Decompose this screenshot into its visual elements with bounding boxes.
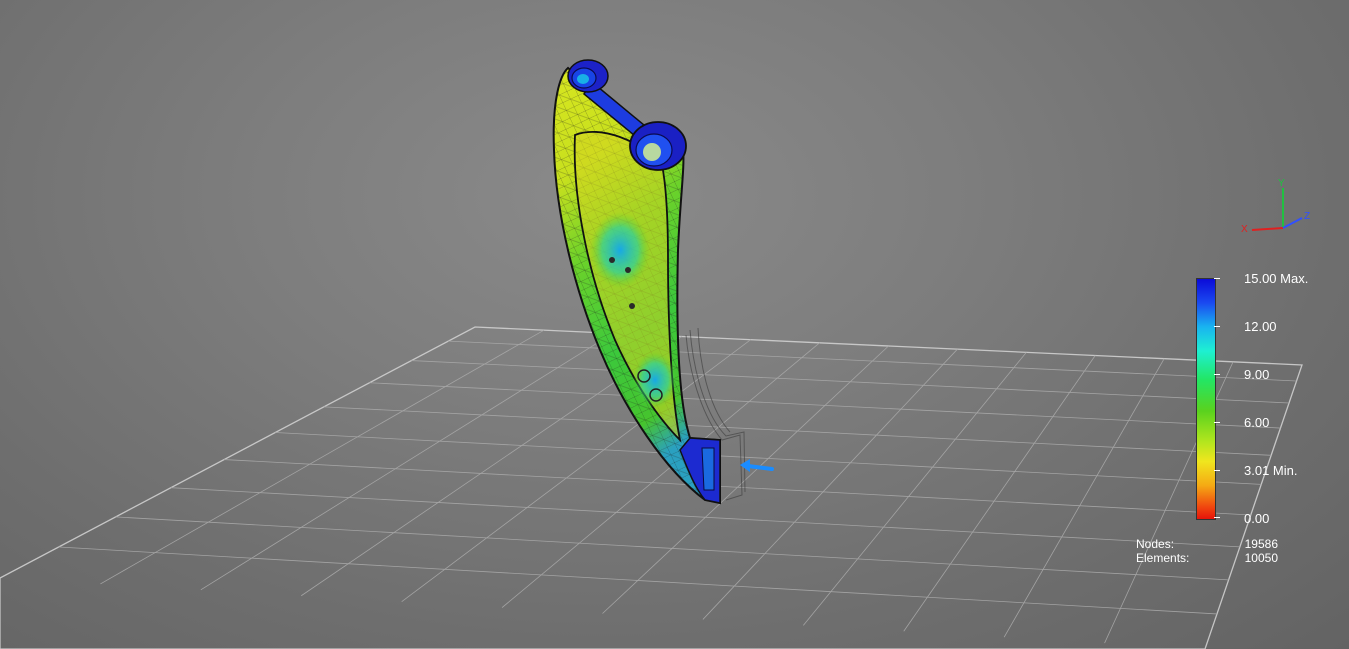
grid-line <box>411 360 1290 404</box>
grid-line <box>224 459 1251 516</box>
nodes-label: Nodes: <box>1136 537 1175 551</box>
grid-line <box>369 382 1281 429</box>
legend-label: 12.00 <box>1244 319 1277 334</box>
grid-line <box>58 546 1217 615</box>
legend-label: 0.00 <box>1244 511 1270 526</box>
grid-line <box>803 352 1027 626</box>
elements-value: 10050 <box>1244 551 1278 565</box>
legend-tick <box>1214 422 1220 423</box>
legend-tick <box>1214 470 1220 471</box>
nodes-value: 19586 <box>1244 537 1278 551</box>
fea-part-model[interactable] <box>552 59 721 505</box>
grid-line <box>100 329 545 585</box>
legend-tick <box>1214 278 1220 279</box>
grid-line <box>448 340 1297 382</box>
mesh-stats: Nodes: 19586 Elements: 10050 <box>1136 537 1278 565</box>
grid-line <box>1003 358 1165 638</box>
legend-tick <box>1214 374 1220 375</box>
grid-line <box>903 355 1096 632</box>
triad-x-label: X <box>1241 224 1248 235</box>
grid-line <box>323 406 1272 456</box>
grid-line <box>115 516 1229 581</box>
legend-tick <box>1214 326 1220 327</box>
legend-min-label: 3.01 Min. <box>1244 463 1298 478</box>
legend-label: 9.00 <box>1244 367 1270 382</box>
triad-y-label: Y <box>1278 178 1285 189</box>
legend-label: 6.00 <box>1244 415 1270 430</box>
triad-z-label: Z <box>1304 211 1310 222</box>
elements-label: Elements: <box>1136 551 1190 565</box>
legend-max-label: 15.00 Max. <box>1244 271 1309 286</box>
stress-legend-colorbar <box>1196 278 1216 520</box>
orientation-triad: X Y Z <box>1241 178 1310 235</box>
grid-line <box>275 432 1262 485</box>
legend-tick <box>1214 517 1220 518</box>
